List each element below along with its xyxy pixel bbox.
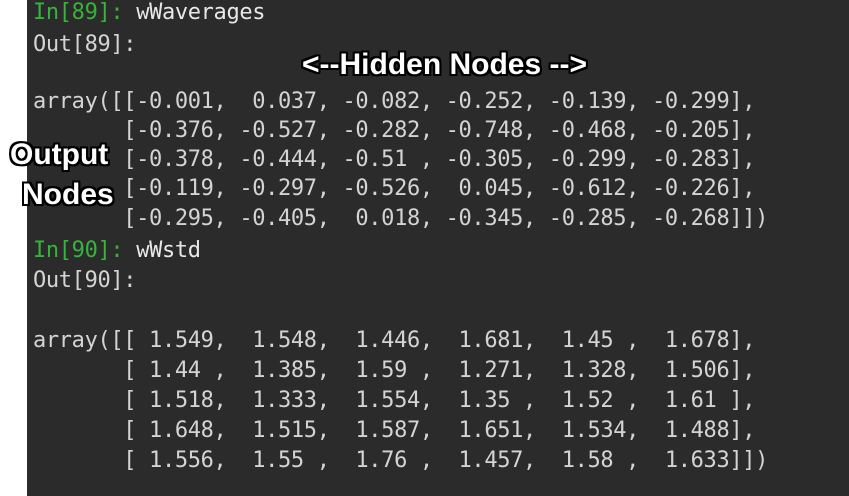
output-row: [ 1.44 , 1.385, 1.59 , 1.271, 1.328, 1.5… — [33, 358, 756, 383]
output-row: [ 1.518, 1.333, 1.554, 1.35 , 1.52 , 1.6… — [33, 388, 756, 413]
output-row: [-0.376, -0.527, -0.282, -0.748, -0.468,… — [33, 118, 756, 143]
output-row: [-0.378, -0.444, -0.51 , -0.305, -0.299,… — [33, 147, 756, 172]
output-row: [-0.119, -0.297, -0.526, 0.045, -0.612, … — [33, 176, 756, 201]
hidden-nodes-annotation: <--Hidden Nodes --> — [302, 48, 588, 81]
output-row: [-0.295, -0.405, 0.018, -0.345, -0.285, … — [33, 206, 769, 231]
input-line-90[interactable]: In[90]: wWstd — [33, 238, 201, 264]
output-row: array([[-0.001, 0.037, -0.082, -0.252, -… — [33, 89, 756, 114]
in-prompt: In[90]: — [33, 238, 124, 263]
in-prompt: In[89]: — [33, 0, 124, 25]
output-row: [ 1.556, 1.55 , 1.76 , 1.457, 1.58 , 1.6… — [33, 448, 769, 473]
output-nodes-annotation-line2: Nodes — [22, 178, 114, 211]
input-line-89[interactable]: In[89]: wWaverages — [33, 0, 265, 26]
output-row: [ 1.648, 1.515, 1.587, 1.651, 1.534, 1.4… — [33, 418, 756, 443]
command-text: wWaverages — [136, 0, 266, 25]
output-row: array([[ 1.549, 1.548, 1.446, 1.681, 1.4… — [33, 328, 756, 353]
output-nodes-annotation-line1: Output — [10, 138, 109, 171]
out-prompt: Out[89]: — [33, 32, 137, 57]
out-prompt: Out[90]: — [33, 268, 137, 293]
command-text: wWstd — [136, 238, 201, 263]
